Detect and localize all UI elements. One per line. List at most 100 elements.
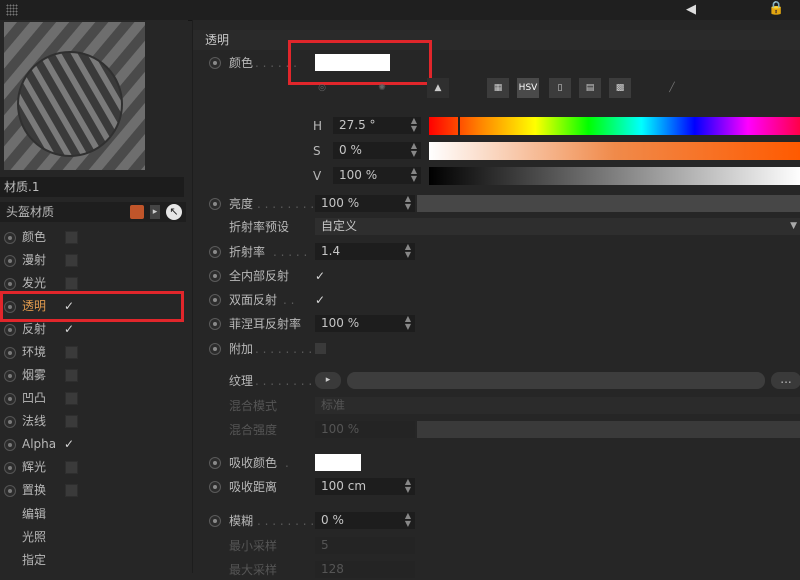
channel-radio[interactable]	[4, 347, 16, 359]
spinner-icon[interactable]: ▲ ▼	[405, 195, 411, 211]
texture-arrow-button[interactable]: ▸	[315, 372, 341, 389]
eyedropper-icon[interactable]: ╱	[661, 78, 683, 98]
channel-checkbox[interactable]	[65, 392, 78, 405]
channel-radio[interactable]	[4, 255, 16, 267]
channel-color[interactable]: 颜色	[0, 227, 180, 247]
channel-radio[interactable]	[4, 324, 16, 336]
absorption-distance-field[interactable]: 100 cm ▲ ▼	[315, 478, 415, 495]
channel-displacement[interactable]: 置换	[0, 480, 180, 500]
channel-radio[interactable]	[4, 278, 16, 290]
min-samples-field[interactable]: 5	[315, 537, 415, 554]
back-arrow-icon[interactable]: ◀	[686, 2, 696, 17]
saturation-gradient-slider[interactable]	[429, 142, 800, 160]
mixer-icon[interactable]: ▤	[579, 78, 601, 98]
blend-strength-slider[interactable]	[417, 421, 800, 438]
channel-bump[interactable]: 凹凸	[0, 388, 180, 408]
saturation-field[interactable]: 0 % ▲ ▼	[333, 142, 421, 159]
play-arrow-icon[interactable]: ▸	[150, 205, 160, 219]
spinner-icon[interactable]: ▲ ▼	[405, 243, 411, 259]
total-internal-radio[interactable]	[209, 270, 221, 282]
channel-radio[interactable]	[4, 370, 16, 382]
additive-radio[interactable]	[209, 343, 221, 355]
hsv-mode-button[interactable]: HSV	[517, 78, 539, 98]
rgb-mode-icon[interactable]: ▦	[487, 78, 509, 98]
fresnel-field[interactable]: 100 % ▲ ▼	[315, 315, 415, 332]
color-wheel-icon[interactable]: ◎	[311, 78, 333, 98]
assignment-item[interactable]: 指定	[22, 550, 46, 570]
blur-field[interactable]: 0 % ▲ ▼	[315, 512, 415, 529]
blur-radio[interactable]	[209, 515, 221, 527]
channel-checkbox[interactable]	[65, 346, 78, 359]
ior-radio[interactable]	[209, 246, 221, 258]
double-sided-checkbox[interactable]: ✓	[315, 290, 325, 310]
channel-luminance[interactable]: 发光	[0, 273, 180, 293]
channel-radio[interactable]	[4, 232, 16, 244]
spinner-icon[interactable]: ▲ ▼	[405, 478, 411, 494]
spinner-icon[interactable]: ▲ ▼	[411, 117, 417, 133]
channel-alpha[interactable]: Alpha ✓	[0, 434, 180, 454]
spectrum-icon[interactable]: ✺	[371, 78, 393, 98]
panel-grip-icon[interactable]	[6, 4, 18, 16]
fresnel-radio[interactable]	[209, 318, 221, 330]
pointer-icon[interactable]: ↖	[166, 204, 182, 220]
spinner-icon[interactable]: ▲ ▼	[405, 315, 411, 331]
channel-checkbox[interactable]	[65, 231, 78, 244]
blend-mode-dropdown[interactable]: 标准	[315, 397, 800, 414]
double-sided-radio[interactable]	[209, 294, 221, 306]
channel-check[interactable]: ✓	[64, 319, 74, 339]
material-name[interactable]: 材质.1	[0, 177, 184, 197]
channel-environment[interactable]: 环境	[0, 342, 180, 362]
channel-diffusion[interactable]: 漫射	[0, 250, 180, 270]
value-gradient-slider[interactable]	[429, 167, 800, 185]
color-radio[interactable]	[209, 57, 221, 69]
illumination-item[interactable]: 光照	[22, 527, 46, 547]
lock-icon[interactable]: 🔒	[768, 1, 784, 16]
image-icon[interactable]: ▲	[427, 78, 449, 98]
additive-checkbox[interactable]	[315, 343, 326, 354]
absorption-distance-radio[interactable]	[209, 481, 221, 493]
blend-strength-field[interactable]: 100 %	[315, 421, 415, 438]
max-samples-field[interactable]: 128	[315, 561, 415, 578]
channel-reflectance[interactable]: 反射 ✓	[0, 319, 180, 339]
channel-radio[interactable]	[4, 439, 16, 451]
kelvin-mode-icon[interactable]: ▯	[549, 78, 571, 98]
channel-radio[interactable]	[4, 462, 16, 474]
total-internal-checkbox[interactable]: ✓	[315, 266, 325, 286]
texture-slot[interactable]	[347, 372, 765, 389]
channel-normal[interactable]: 法线	[0, 411, 180, 431]
channel-radio[interactable]	[4, 393, 16, 405]
channel-radio[interactable]	[4, 416, 16, 428]
value-field[interactable]: 100 % ▲ ▼	[333, 167, 421, 184]
spinner-icon[interactable]: ▲ ▼	[411, 142, 417, 158]
spinner-icon[interactable]: ▲ ▼	[411, 167, 417, 183]
hue-slider-marker[interactable]	[458, 116, 460, 136]
absorption-color-radio[interactable]	[209, 457, 221, 469]
channel-radio[interactable]	[4, 485, 16, 497]
channel-fog[interactable]: 烟雾	[0, 365, 180, 385]
dot-leader: . . . . .	[273, 245, 308, 259]
texture-more-button[interactable]: ...	[771, 372, 800, 389]
editor-item[interactable]: 编辑	[22, 504, 46, 524]
absorption-distance-label: 吸收距离	[229, 480, 278, 494]
spinner-icon[interactable]: ▲ ▼	[405, 512, 411, 528]
ior-preset-dropdown[interactable]: 自定义 ▼	[315, 218, 800, 235]
channel-checkbox[interactable]	[65, 277, 78, 290]
hue-gradient-slider[interactable]	[429, 117, 800, 135]
swatches-icon[interactable]: ▩	[609, 78, 631, 98]
channel-checkbox[interactable]	[65, 415, 78, 428]
absorption-color-swatch[interactable]	[315, 454, 361, 471]
hue-field[interactable]: 27.5 ° ▲ ▼	[333, 117, 421, 134]
brightness-field[interactable]: 100 % ▲ ▼	[315, 195, 415, 212]
brightness-slider[interactable]	[417, 195, 800, 212]
channel-checkbox[interactable]	[65, 484, 78, 497]
material-preview[interactable]	[4, 22, 145, 170]
channel-glow[interactable]: 辉光	[0, 457, 180, 477]
channel-checkbox[interactable]	[65, 369, 78, 382]
grid-icon[interactable]	[130, 205, 144, 219]
absorption-distance-row: 吸收距离 100 cm ▲ ▼	[193, 477, 800, 497]
brightness-radio[interactable]	[209, 198, 221, 210]
channel-check[interactable]: ✓	[64, 434, 74, 454]
ior-field[interactable]: 1.4 ▲ ▼	[315, 243, 415, 260]
channel-checkbox[interactable]	[65, 254, 78, 267]
channel-checkbox[interactable]	[65, 461, 78, 474]
